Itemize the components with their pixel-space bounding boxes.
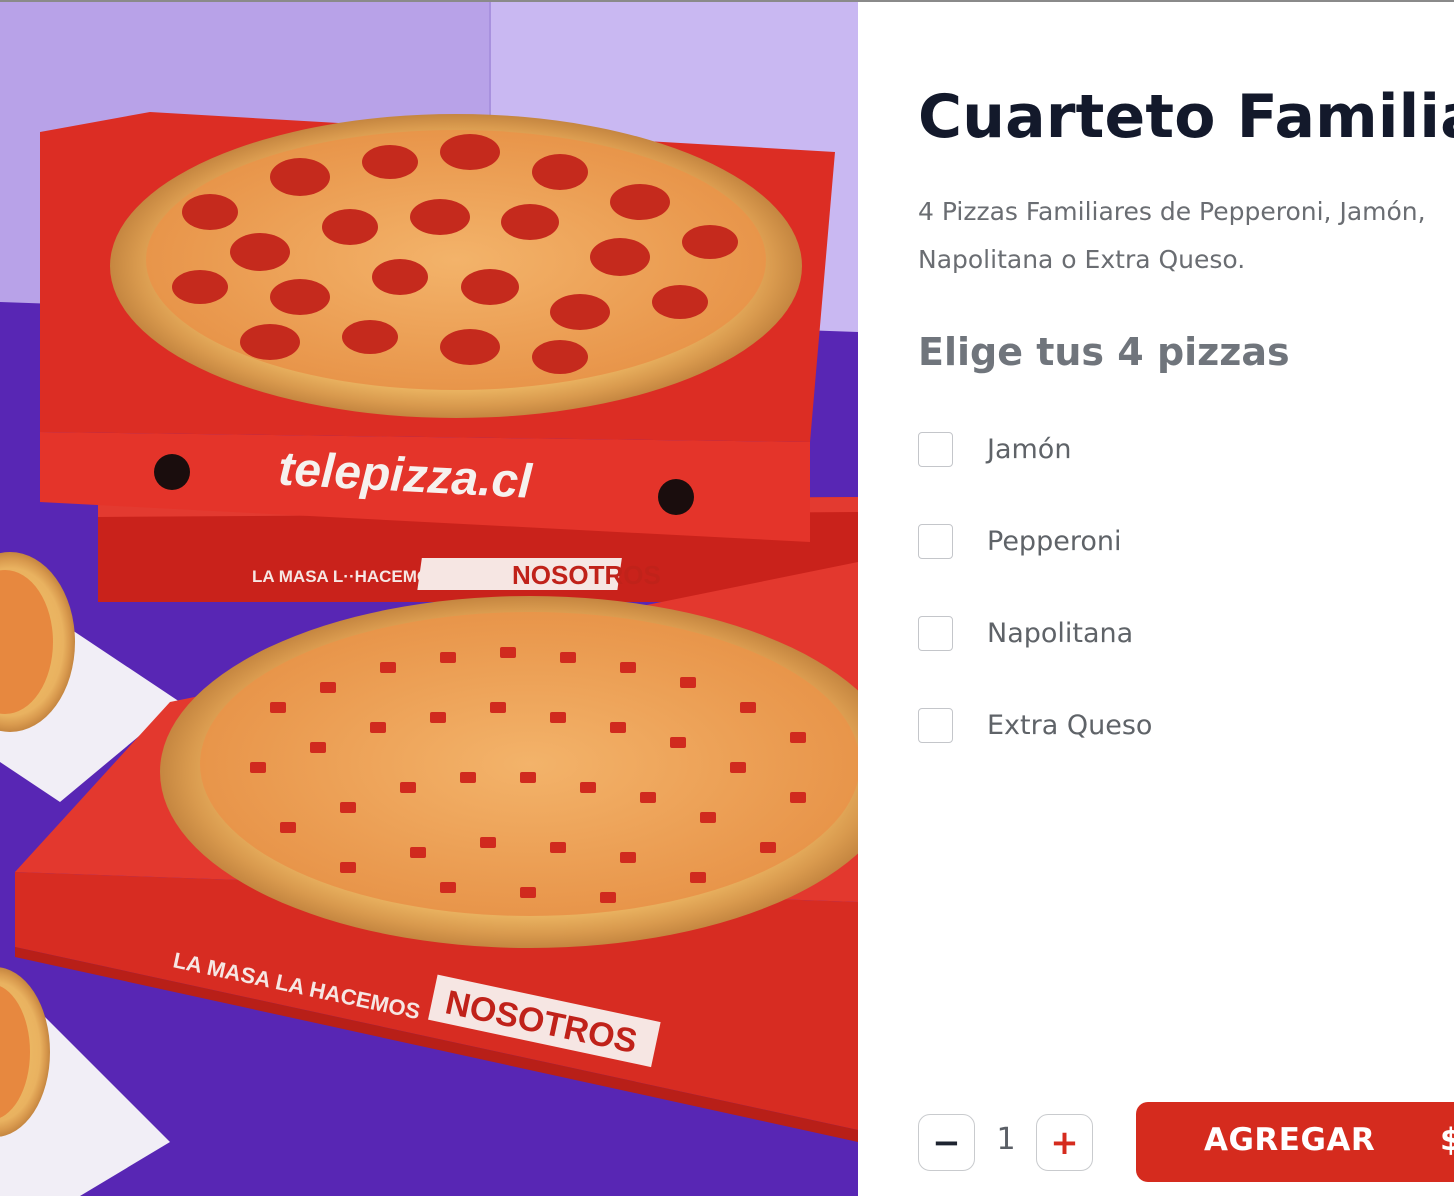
option-label: Pepperoni bbox=[987, 525, 1122, 557]
option-checkbox[interactable] bbox=[918, 707, 953, 743]
option-checkbox[interactable] bbox=[918, 523, 953, 559]
option-napolitana[interactable]: Napolitana bbox=[918, 610, 1318, 656]
quantity-decrease-button[interactable]: − bbox=[918, 1114, 975, 1171]
option-jamon[interactable]: Jamón bbox=[918, 426, 1318, 472]
quantity-value: 1 bbox=[996, 1122, 1016, 1157]
product-detail-panel: Cuarteto Familiar 4 Pizzas Familiares de… bbox=[858, 2, 1454, 1196]
product-description: 4 Pizzas Familiares de Pepperoni, Jamón,… bbox=[918, 197, 1426, 274]
option-pepperoni[interactable]: Pepperoni bbox=[918, 518, 1318, 564]
add-to-cart-label: AGREGAR bbox=[1204, 1122, 1376, 1158]
svg-text:NOSOTROS: NOSOTROS bbox=[512, 560, 661, 590]
add-to-cart-price: $ bbox=[1440, 1122, 1454, 1158]
product-title: Cuarteto Familiar bbox=[918, 82, 1454, 152]
quantity-increase-button[interactable]: + bbox=[1036, 1114, 1093, 1171]
option-checkbox[interactable] bbox=[918, 615, 953, 651]
option-label: Napolitana bbox=[987, 617, 1134, 649]
option-label: Extra Queso bbox=[987, 709, 1153, 741]
add-to-cart-button[interactable]: AGREGAR $ bbox=[1136, 1102, 1454, 1182]
option-extra-queso[interactable]: Extra Queso bbox=[918, 702, 1318, 748]
choose-pizzas-heading: Elige tus 4 pizzas bbox=[918, 330, 1290, 374]
option-label: Jamón bbox=[987, 433, 1072, 465]
option-checkbox[interactable] bbox=[918, 431, 953, 467]
product-image: telepizza.cl LA MASA L··HACEMOS NOSOTROS… bbox=[0, 2, 858, 1196]
svg-text:LA MASA L··HACEMOS: LA MASA L··HACEMOS bbox=[252, 567, 442, 586]
